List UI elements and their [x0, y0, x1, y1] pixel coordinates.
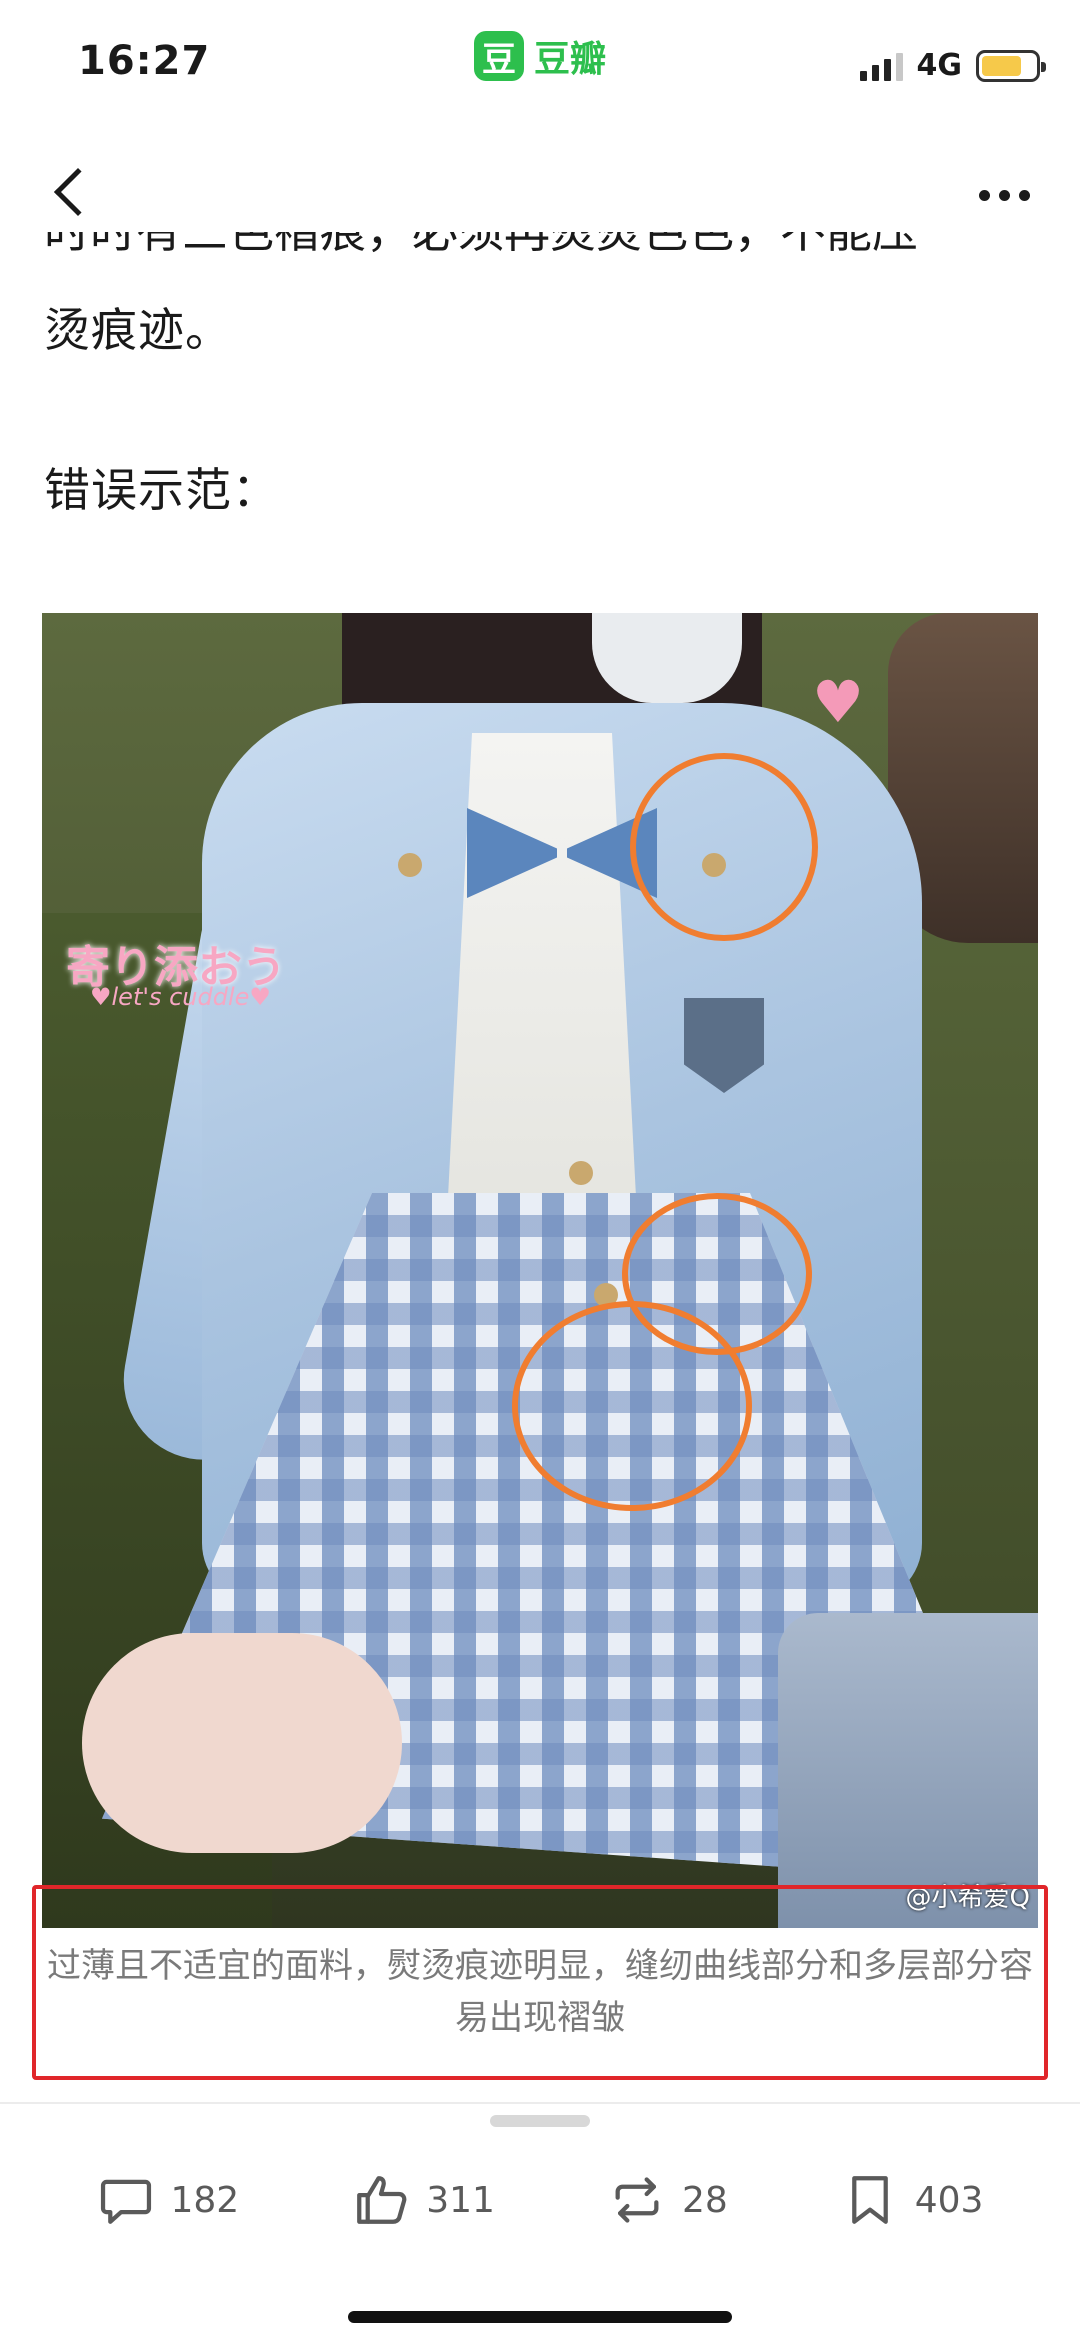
reshare-count: 28 [681, 2179, 728, 2221]
highlight-circle [512, 1301, 752, 1511]
network-type: 4G [916, 48, 963, 83]
more-dots-icon [978, 189, 990, 201]
sheet-handle[interactable] [490, 2115, 590, 2127]
article-line: 烫痕迹。 [44, 303, 232, 357]
status-app-indicator: 豆 豆瓣 [474, 30, 606, 82]
status-bar: 16:27 豆 豆瓣 4G [0, 0, 1080, 120]
status-indicators: 4G [859, 48, 1046, 83]
reshare-button[interactable]: 28 [608, 2171, 728, 2229]
comment-count: 182 [170, 2179, 240, 2221]
back-button[interactable] [36, 152, 106, 232]
bow-tie [467, 798, 657, 918]
image-caption: 过薄且不适宜的面料，熨烫痕迹明显，缝纫曲线部分和多层部分容易出现褶皱 [47, 1946, 1033, 2038]
comment-icon [100, 2179, 151, 2224]
more-options-button[interactable] [964, 160, 1044, 230]
save-button[interactable]: 403 [841, 2171, 984, 2229]
save-count: 403 [914, 2179, 984, 2221]
article-heading-bad-example: 错误示范： [44, 463, 279, 517]
photo-overlay-subtext: ♥let's cuddle♥ [90, 983, 271, 1011]
like-button[interactable]: 311 [352, 2171, 495, 2229]
thumbs-up-icon [357, 2176, 407, 2224]
home-indicator[interactable] [348, 2311, 732, 2323]
article-partial-line: 时时有三色褶痕，必须再熨熨色色，不能压 [44, 232, 1036, 262]
action-bar: 182 311 28 403 [0, 2130, 1080, 2270]
divider [0, 2102, 1080, 2104]
bookmark-icon [851, 2176, 888, 2224]
comment-button[interactable]: 182 [97, 2171, 240, 2229]
chevron-left-icon [53, 167, 103, 217]
highlight-circle [630, 753, 818, 941]
like-count: 311 [426, 2179, 495, 2221]
heart-icon: ♥ [812, 668, 864, 736]
status-app-name: 豆瓣 [534, 39, 607, 80]
status-time: 16:27 [78, 38, 211, 84]
reshare-icon [615, 2177, 659, 2223]
signal-icon [859, 51, 903, 81]
douban-logo-icon: 豆 [474, 31, 524, 81]
article-image[interactable]: ♥ 寄り添おう ♥let's cuddle♥ @小希爱Q [42, 613, 1038, 1928]
battery-icon [976, 49, 1046, 82]
